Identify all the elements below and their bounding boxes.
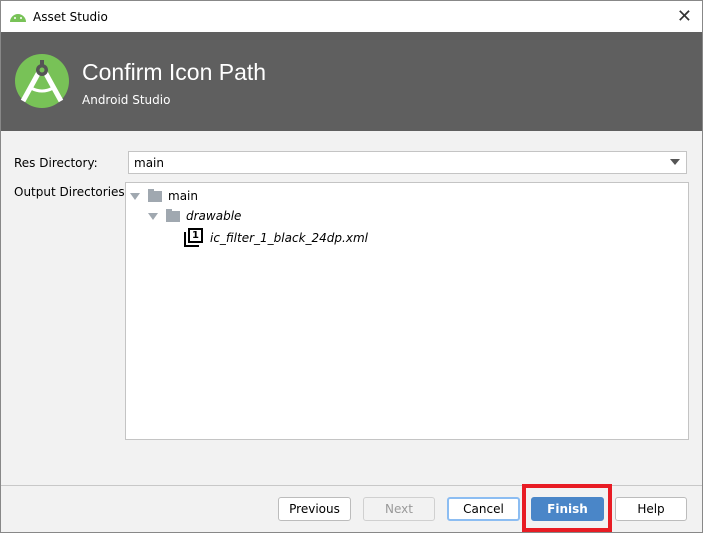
tree-node-file[interactable]: 1 ic_filter_1_black_24dp.xml: [184, 228, 368, 248]
android-studio-logo-icon: [15, 54, 69, 108]
finish-highlight-box: [522, 484, 612, 532]
android-icon: [10, 13, 26, 22]
tree-node-label: ic_filter_1_black_24dp.xml: [210, 231, 368, 245]
page-title: Confirm Icon Path: [82, 59, 267, 85]
output-directories-label: Output Directories:: [14, 185, 129, 199]
tree-node-drawable[interactable]: drawable: [148, 208, 242, 223]
folder-icon: [148, 188, 162, 202]
next-button[interactable]: Next: [363, 497, 435, 521]
cancel-button[interactable]: Cancel: [447, 497, 520, 521]
expand-arrow-icon[interactable]: [148, 212, 158, 220]
res-directory-value: main: [134, 156, 164, 170]
window-title: Asset Studio: [33, 9, 108, 24]
expand-arrow-icon[interactable]: [130, 192, 140, 200]
close-icon[interactable]: ✕: [677, 6, 692, 27]
tree-node-label: drawable: [186, 209, 242, 223]
filter-1-icon-text: 1: [188, 228, 203, 243]
res-directory-label: Res Directory:: [14, 156, 98, 170]
previous-button[interactable]: Previous: [278, 497, 351, 521]
res-directory-select[interactable]: main: [128, 151, 687, 174]
title-bar: Asset Studio ✕: [1, 1, 702, 32]
tree-node-label: main: [168, 189, 198, 203]
chevron-down-icon: [670, 159, 680, 165]
output-directories-tree[interactable]: main drawable 1 ic_filter_1_black_24dp.x…: [125, 182, 689, 440]
tree-node-main[interactable]: main: [130, 188, 198, 203]
page-subtitle: Android Studio: [82, 93, 171, 107]
folder-icon: [166, 208, 180, 222]
help-button[interactable]: Help: [615, 497, 687, 521]
filter-1-icon: 1: [184, 228, 204, 248]
